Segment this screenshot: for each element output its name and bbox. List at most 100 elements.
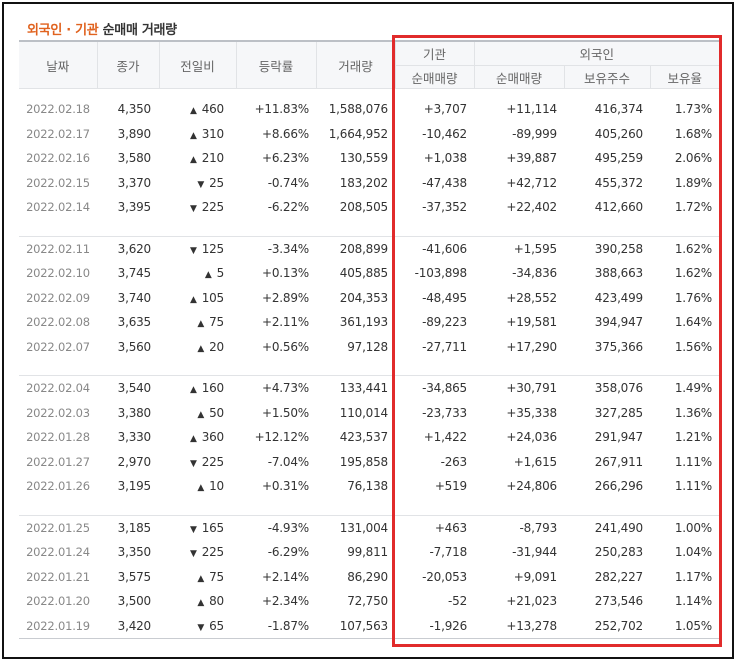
foreign-ratio-cell: 1.11% (674, 479, 712, 494)
section-title-text: 순매매 거래량 (102, 23, 177, 38)
foreign-net-cell: +24,806 (506, 479, 557, 494)
table-body: 2022.02.18 4,350 ▲ 460 +11.83% 1,588,076 +3,70… (19, 89, 719, 639)
up-arrow-icon: ▲ (197, 483, 205, 494)
foreign-holdings-cell: 423,499 (594, 290, 643, 305)
foreign-ratio-cell: 1.64% (674, 315, 712, 330)
rate-cell: +0.56% (262, 339, 309, 354)
foreign-holdings-cell: 388,663 (594, 266, 643, 281)
volume-cell: 99,811 (347, 545, 388, 560)
date-cell: 2022.02.07 (26, 339, 90, 354)
volume-cell: 1,664,952 (328, 126, 388, 141)
date-cell: 2022.02.03 (26, 405, 90, 420)
change-value: 25 (209, 175, 224, 190)
inst-net-cell: +463 (434, 520, 467, 535)
table-row: 2022.02.10 3,745 ▲ 5 +0.13% 405,885 -103,898 -3… (19, 261, 719, 286)
inst-net-cell: -10,462 (422, 126, 467, 141)
foreign-holdings-cell: 405,260 (594, 126, 643, 141)
foreign-net-cell: +1,615 (513, 454, 557, 469)
foreign-holdings-cell: 266,296 (594, 479, 643, 494)
foreign-holdings-cell: 250,283 (594, 545, 643, 560)
table-row: 2022.02.14 3,395 ▼ 225 -6.22% 208,505 -37,352 +… (19, 195, 719, 220)
header-date: 날짜 (19, 40, 97, 89)
foreign-net-cell: +1,595 (513, 241, 557, 256)
table-row: 2022.02.07 3,560 ▲ 20 +0.56% 97,128 -27,711 +17… (19, 335, 719, 360)
close-cell: 3,620 (117, 241, 152, 256)
inst-net-cell: -48,495 (422, 290, 467, 305)
foreign-ratio-cell: 1.14% (674, 594, 712, 609)
inst-net-cell: -34,865 (422, 381, 467, 396)
foreign-ratio-cell: 1.36% (674, 405, 712, 420)
foreign-ratio-cell: 1.62% (674, 266, 712, 281)
table-row: 2022.02.16 3,580 ▲ 210 +6.23% 130,559 +1,038 +3… (19, 146, 719, 171)
table-row: 2022.02.09 3,740 ▲ 105 +2.89% 204,353 -48,495 +… (19, 286, 719, 311)
change-value: 210 (201, 151, 225, 166)
foreign-ratio-cell: 1.62% (674, 241, 712, 256)
foreign-net-cell: +24,036 (506, 430, 557, 445)
rate-cell: +2.89% (262, 290, 309, 305)
close-cell: 3,380 (117, 405, 152, 420)
inst-net-cell: -263 (440, 454, 468, 469)
section-title-highlight: 외국인 · 기관 (27, 23, 99, 38)
table-row: 2022.02.11 3,620 ▼ 125 -3.34% 208,899 -41,606 +… (19, 236, 719, 261)
date-cell: 2022.01.25 (26, 520, 90, 535)
foreign-net-cell: +22,402 (506, 200, 557, 215)
foreign-net-cell: -8,793 (519, 520, 558, 535)
date-cell: 2022.02.09 (26, 290, 90, 305)
volume-cell: 405,885 (339, 266, 388, 281)
header-foreign-net: 순매매량 (473, 65, 564, 89)
down-arrow-icon: ▼ (189, 204, 197, 215)
close-cell: 3,745 (117, 266, 152, 281)
foreign-holdings-cell: 412,660 (594, 200, 643, 215)
change-value: 105 (201, 290, 225, 305)
header-volume: 거래량 (315, 40, 395, 89)
table-row: 2022.02.08 3,635 ▲ 75 +2.11% 361,193 -89,223 +1… (19, 310, 719, 335)
header-inst-net: 순매매량 (394, 65, 474, 89)
volume-cell: 76,138 (347, 479, 388, 494)
foreign-net-cell: +30,791 (506, 381, 557, 396)
date-cell: 2022.02.11 (26, 241, 90, 256)
inst-net-cell: -27,711 (422, 339, 467, 354)
foreign-ratio-cell: 1.73% (674, 102, 712, 117)
header-foreign-holdings: 보유주수 (563, 65, 650, 89)
foreign-ratio-cell: 2.06% (674, 151, 712, 166)
change-cell: ▼ 125 (159, 236, 236, 261)
change-cell: ▲ 20 (159, 335, 236, 360)
table-row: 2022.01.26 3,195 ▲ 10 +0.31% 76,138 +519 +24,80… (19, 474, 719, 499)
date-cell: 2022.02.04 (26, 381, 90, 396)
change-cell: ▲ 5 (159, 261, 236, 286)
foreign-holdings-cell: 358,076 (594, 381, 643, 396)
change-cell: ▼ 225 (159, 540, 236, 565)
foreign-institution-trading-table: 날짜 종가 전일비 등락률 거래량 기관 외국인 순매매량 순매매량 보유주수 … (19, 40, 719, 638)
inst-net-cell: +3,707 (423, 102, 467, 117)
up-arrow-icon: ▲ (189, 385, 197, 396)
date-cell: 2022.01.20 (26, 594, 90, 609)
down-arrow-icon: ▼ (189, 458, 197, 469)
change-value: 75 (209, 569, 224, 584)
table-bottom-border (19, 638, 719, 639)
change-cell: ▲ 75 (159, 310, 236, 335)
volume-cell: 107,563 (339, 618, 388, 633)
foreign-holdings-cell: 241,490 (594, 520, 643, 535)
rate-cell: +0.31% (262, 479, 309, 494)
table-row: 2022.01.28 3,330 ▲ 360 +12.12% 423,537 +1,422 +… (19, 425, 719, 450)
change-value: 160 (201, 381, 225, 396)
foreign-holdings-cell: 327,285 (594, 405, 643, 420)
change-value: 225 (201, 545, 225, 560)
up-arrow-icon: ▲ (189, 294, 197, 305)
change-value: 10 (209, 479, 224, 494)
foreign-net-cell: +11,114 (506, 102, 557, 117)
rate-cell: -4.93% (267, 520, 309, 535)
foreign-holdings-cell: 273,546 (594, 594, 643, 609)
inst-net-cell: -52 (448, 594, 467, 609)
foreign-ratio-cell: 1.11% (674, 454, 712, 469)
close-cell: 3,185 (117, 520, 152, 535)
rate-cell: +4.73% (262, 381, 309, 396)
inst-net-cell: +519 (434, 479, 467, 494)
foreign-ratio-cell: 1.00% (674, 520, 712, 535)
date-cell: 2022.02.10 (26, 266, 90, 281)
close-cell: 3,540 (117, 381, 152, 396)
up-arrow-icon: ▲ (197, 573, 205, 584)
down-arrow-icon: ▼ (189, 549, 197, 560)
change-value: 20 (209, 339, 224, 354)
volume-cell: 361,193 (339, 315, 388, 330)
